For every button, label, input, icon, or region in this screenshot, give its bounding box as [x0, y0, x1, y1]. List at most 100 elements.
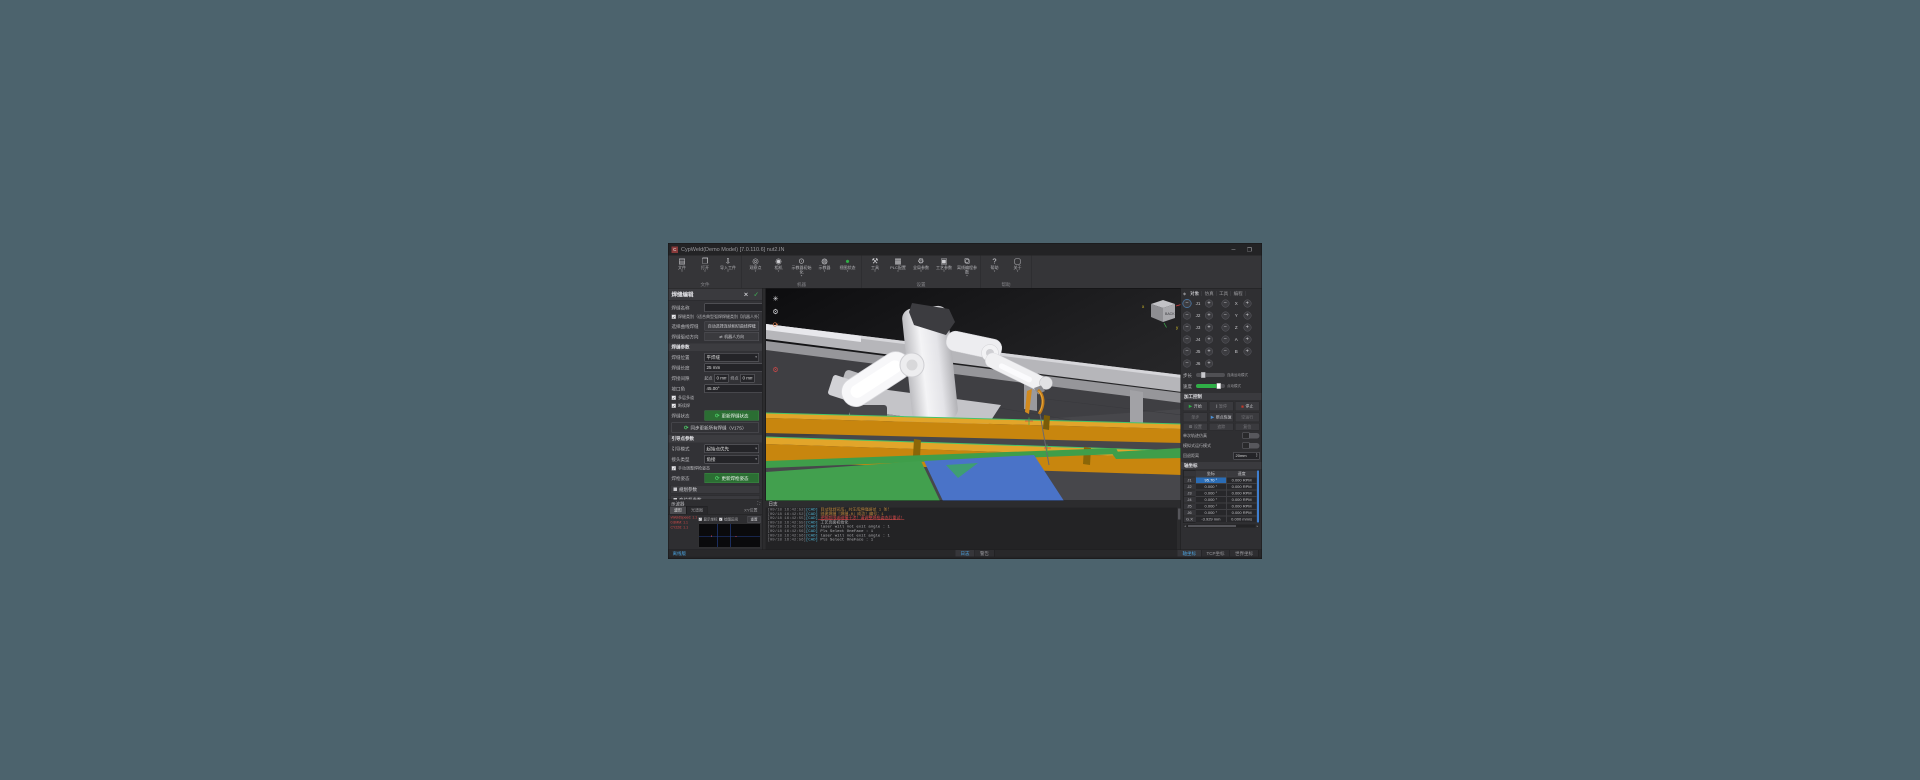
jog-plus-J6[interactable]: +	[1205, 359, 1213, 368]
update-weld-status-button[interactable]: ⟳ 更新焊缝状态	[704, 410, 759, 421]
refresh-view-icon[interactable]: ⟳	[770, 319, 781, 330]
table-h-scrollbar[interactable]: ◂ ▸	[1183, 524, 1260, 528]
stop-button[interactable]: ■ 停止	[1235, 401, 1260, 411]
reset-button[interactable]: 复位	[1235, 423, 1260, 431]
trace-button[interactable]: 追踪	[1209, 423, 1234, 431]
restore-button[interactable]: ❐	[1246, 246, 1254, 253]
weld-position-select[interactable]: 平焊缝 ▾	[704, 352, 759, 362]
jog-plus-B[interactable]: +	[1243, 347, 1252, 356]
ribbon-item-示教器初始化[interactable]: ⊙ 示教器初始化 ▾	[790, 257, 813, 282]
title-bar[interactable]: C CypWeld(Demo Model) [7.0.110.6] nut2.I…	[668, 243, 1262, 256]
ribbon-item-导入工件[interactable]: ⇩ 导入工件 ▾	[717, 257, 740, 282]
ribbon-item-工具[interactable]: ⚒ 工具 ▾	[864, 257, 887, 282]
打开-icon: ❐	[701, 257, 709, 266]
ribbon-item-打开[interactable]: ❐ 打开 ▾	[694, 257, 717, 282]
log-lines[interactable]: [09/18 16:42:52][CAD] 自动规划完成，共生成焊缝路径 1 条…	[766, 508, 1177, 550]
ribbon-item-离线编程参数[interactable]: ⧉ 离线编程参数 ▾	[956, 257, 979, 282]
pause-button[interactable]: ‖ 暂停	[1209, 401, 1234, 411]
rail-post	[1130, 390, 1143, 427]
confirm-check-icon[interactable]: ✓	[754, 290, 759, 298]
step-slider[interactable]	[1196, 372, 1225, 378]
scope-tab-波形[interactable]: 波形	[669, 506, 687, 514]
settings-gear-icon[interactable]: ⚙	[770, 306, 781, 317]
guide-mode-select[interactable]: 起始点优先 ▾	[704, 444, 759, 453]
jog-minus-J1[interactable]: −	[1182, 299, 1192, 308]
jog-plus-J4[interactable]: +	[1205, 335, 1213, 344]
ribbon-item-关于[interactable]: ▢ 关于 ▾	[1006, 257, 1029, 282]
auto-select-curve-button[interactable]: 自动选择连续相切曲线焊缝	[704, 321, 759, 331]
ribbon-group-label: 设置	[916, 282, 926, 287]
resume-breakpoint-button[interactable]: ▶ 断点恢复	[1209, 412, 1234, 422]
ribbon-item-观察点[interactable]: ◎ 观察点 ▾	[744, 257, 767, 282]
minimize-button[interactable]: ─	[1230, 246, 1238, 253]
snap-view-icon[interactable]: ✳	[770, 293, 781, 304]
show-coords-checkbox[interactable]: ✓	[698, 517, 702, 521]
multilayer-checkbox[interactable]: ✓	[671, 395, 676, 401]
jog-plus-J3[interactable]: +	[1205, 323, 1213, 332]
scope-tab-光谱图[interactable]: 光谱图	[686, 506, 708, 514]
joint-type-select[interactable]: 角接 ▾	[704, 454, 759, 464]
panel-tab-对象[interactable]: 对象	[1188, 291, 1203, 296]
jog-minus-J3[interactable]: −	[1183, 323, 1191, 332]
jog-minus-Y[interactable]: −	[1221, 311, 1230, 320]
jog-minus-A[interactable]: −	[1221, 335, 1230, 344]
torch-tool-icon[interactable]: ⚙	[770, 364, 781, 375]
jog-minus-J5[interactable]: −	[1183, 347, 1191, 356]
single-sim-toggle[interactable]	[1242, 431, 1260, 439]
jog-plus-J1[interactable]: +	[1205, 299, 1213, 308]
panel-tab-编程[interactable]: 编程	[1231, 291, 1246, 296]
jog-plus-J2[interactable]: +	[1205, 311, 1213, 320]
planning-params-collapsed[interactable]: 规划参数	[670, 485, 760, 494]
panel-tab-仿真[interactable]: 仿真	[1202, 291, 1217, 296]
start-button[interactable]: ▶ 开始	[1183, 401, 1208, 411]
gap-end-input[interactable]	[740, 373, 755, 383]
ribbon-item-相机[interactable]: ◉ 相机 ▾	[767, 257, 790, 282]
jog-minus-B[interactable]: −	[1221, 347, 1230, 356]
ribbon-item-视图状态[interactable]: ● 视图状态 ▾	[836, 257, 859, 282]
jog-plus-Y[interactable]: +	[1243, 311, 1252, 320]
scroll-right-icon[interactable]: ▸	[1256, 524, 1260, 528]
dry-run-button[interactable]: 空运行	[1235, 412, 1260, 422]
3d-viewport[interactable]: BACK x y ✳ ⚙ ⟳ ⚙	[765, 288, 1183, 501]
weld-category-checkbox[interactable]: ✓	[671, 314, 676, 320]
jog-plus-A[interactable]: +	[1243, 335, 1252, 344]
speed-slider[interactable]	[1196, 383, 1225, 389]
record-settings-button[interactable]: ⊙ 设置	[1183, 423, 1208, 431]
groove-angle-input[interactable]	[704, 384, 762, 393]
jog-minus-J2[interactable]: −	[1183, 311, 1191, 320]
retreat-distance-spinner[interactable]: 20mm ▲ ▼	[1233, 451, 1260, 460]
update-torch-pose-button[interactable]: ⟳ 更新焊枪姿态	[704, 473, 759, 483]
sync-all-welds-button[interactable]: ⟳ 同步更新所有焊缝（V17S）	[671, 422, 759, 433]
waveform-plot[interactable]	[698, 523, 761, 548]
plot-range-checkbox[interactable]: ✓	[719, 517, 723, 521]
close-icon[interactable]: ✕	[744, 291, 749, 298]
weld-name-input[interactable]	[704, 303, 762, 312]
ribbon-item-文件[interactable]: ▤ 文件 ▾	[671, 257, 694, 282]
manual-torch-checkbox[interactable]: ✓	[671, 466, 676, 471]
spinner-arrows-icon[interactable]: ▲ ▼	[1256, 453, 1259, 458]
robot-direction-button[interactable]: ⇄ 机器人方向	[704, 332, 759, 341]
gap-start-input[interactable]	[714, 373, 729, 383]
jog-minus-J4[interactable]: −	[1183, 335, 1191, 344]
single-step-button[interactable]: 单步	[1183, 412, 1208, 422]
scope-tab-XY位置[interactable]: XY位置	[740, 507, 761, 515]
jog-plus-J5[interactable]: +	[1205, 347, 1213, 356]
reset-plot-button[interactable]: 重置	[747, 515, 761, 523]
panel-tab-工具[interactable]: 工具	[1217, 291, 1232, 296]
ribbon-item-示教器[interactable]: ◍ 示教器 ▾	[813, 257, 836, 282]
jog-plus-Z[interactable]: +	[1243, 323, 1252, 332]
sim-run-mode-toggle[interactable]	[1242, 441, 1260, 449]
intermittent-checkbox[interactable]: ✓	[671, 403, 676, 409]
table-row[interactable]: G.X -3.929 mm 0.000 mm/s	[1183, 516, 1259, 523]
jog-plus-X[interactable]: +	[1243, 299, 1252, 308]
ribbon-item-工艺参数[interactable]: ▣ 工艺参数 ▾	[933, 257, 956, 282]
ribbon-item-全局参数[interactable]: ⚙ 全局参数 ▾	[910, 257, 933, 282]
weld-length-input[interactable]	[704, 363, 762, 372]
chevron-down-icon: ▾	[681, 270, 683, 273]
ribbon-item-PLC配置[interactable]: ▦ PLC配置 ▾	[887, 257, 910, 282]
jog-minus-Z[interactable]: −	[1221, 323, 1230, 332]
jog-minus-J6[interactable]: −	[1183, 359, 1191, 368]
ribbon-item-帮助[interactable]: ? 帮助 ▾	[983, 257, 1006, 282]
jog-minus-X[interactable]: −	[1221, 299, 1230, 308]
expand-icon[interactable]: ⛶	[757, 501, 760, 506]
